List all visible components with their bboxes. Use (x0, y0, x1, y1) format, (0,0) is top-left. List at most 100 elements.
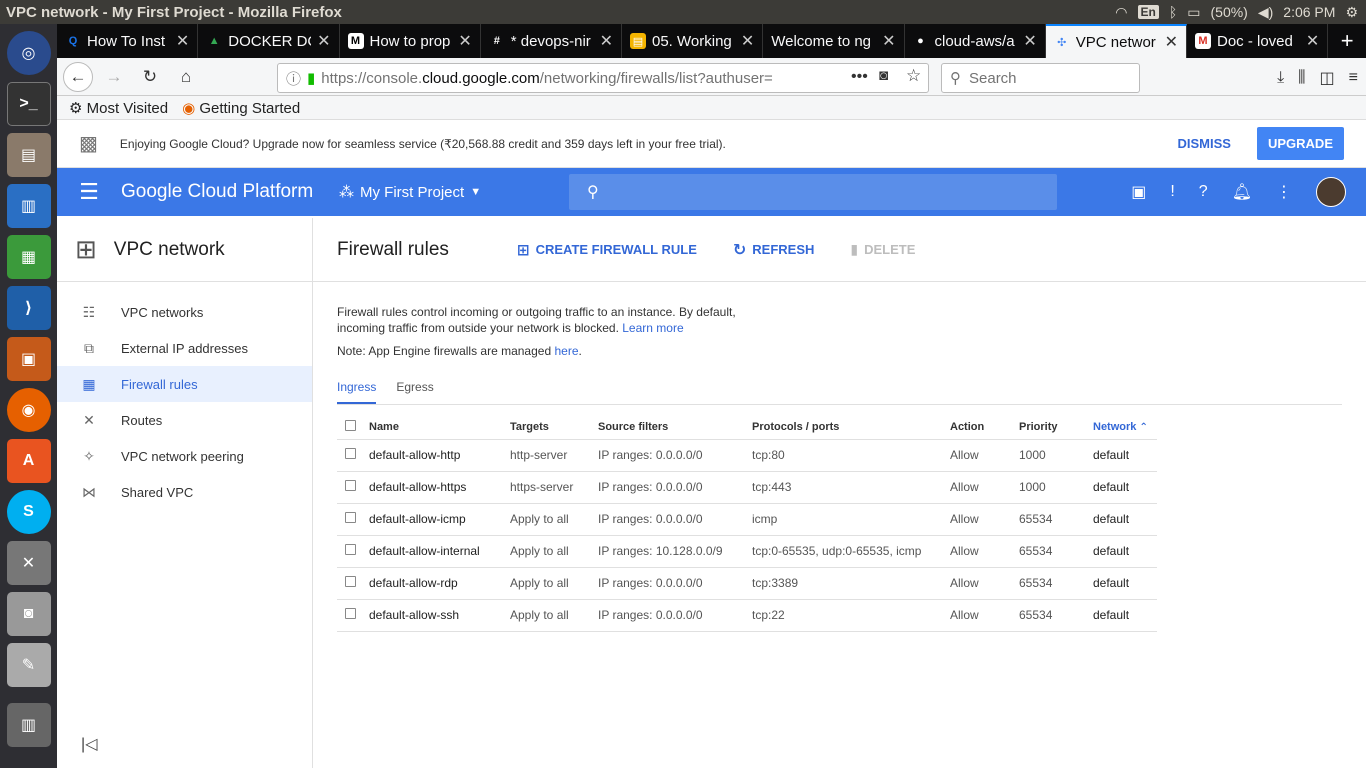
avatar[interactable] (1316, 177, 1346, 207)
col-protocols[interactable]: Protocols / ports (752, 411, 950, 440)
col-action[interactable]: Action (950, 411, 1019, 440)
notifications-icon[interactable]: 🔔︎ (1232, 182, 1252, 202)
forward-button[interactable]: → (99, 62, 129, 92)
sidebar-icon[interactable]: ◫ (1320, 68, 1335, 88)
back-button[interactable]: ← (63, 61, 93, 92)
rule-name-cell[interactable]: default-allow-ssh (369, 599, 510, 632)
terminal-icon[interactable]: >_ (6, 82, 51, 126)
calc-icon[interactable]: ▦ (6, 235, 51, 279)
cloud-shell-icon[interactable]: ▣ (1131, 182, 1146, 202)
tab[interactable]: ▲ DOCKER DC ✕ (198, 24, 340, 58)
battery-percent[interactable]: (50%) (1211, 4, 1248, 20)
tab[interactable]: Q How To Inst ✕ (57, 24, 199, 58)
table-row[interactable]: default-allow-ssh Apply to all IP ranges: … (337, 599, 1157, 632)
tab[interactable]: M Doc - loved ✕ (1187, 24, 1329, 58)
settings-icon[interactable]: ✕ (6, 541, 51, 585)
table-row[interactable]: default-allow-rdp Apply to all IP ranges: … (337, 567, 1157, 600)
collapse-sidebar-icon[interactable]: |◁ (81, 734, 97, 754)
close-icon[interactable]: ✕ (1306, 31, 1319, 51)
close-icon[interactable]: ✕ (458, 31, 471, 51)
tab-ingress[interactable]: Ingress (337, 374, 377, 404)
trash-icon[interactable]: ▥ (6, 703, 51, 747)
row-checkbox[interactable] (345, 544, 356, 555)
col-priority[interactable]: Priority (1019, 411, 1093, 440)
row-checkbox[interactable] (345, 576, 356, 587)
software-center-icon[interactable]: A (6, 439, 51, 483)
volume-icon[interactable]: ◀) (1258, 4, 1273, 21)
home-button[interactable]: ⌂ (171, 62, 201, 92)
page-actions-icon[interactable]: ••• (851, 68, 868, 86)
rule-name-cell[interactable]: default-allow-internal (369, 535, 510, 568)
table-row[interactable]: default-allow-http http-server IP ranges: … (337, 439, 1157, 472)
bookmark-star-icon[interactable]: ☆ (906, 66, 921, 86)
new-tab-button[interactable]: + (1328, 24, 1366, 58)
text-editor-icon[interactable]: ✎ (6, 643, 51, 687)
bluetooth-icon[interactable]: ᛒ (1169, 4, 1177, 20)
tab-active[interactable]: ✣ VPC networ ✕ (1045, 24, 1187, 58)
rule-name-cell[interactable]: default-allow-icmp (369, 503, 510, 536)
row-checkbox[interactable] (345, 480, 356, 491)
project-selector[interactable]: ⁂ My First Project ▼ (339, 183, 569, 202)
row-checkbox[interactable] (345, 608, 356, 619)
rule-name-cell[interactable]: default-allow-rdp (369, 567, 510, 600)
close-icon[interactable]: ✕ (1165, 32, 1178, 52)
sidebar-item-vpc-networks[interactable]: ☷ VPC networks (57, 294, 312, 330)
refresh-button[interactable]: ↻ REFRESH (733, 240, 815, 260)
upgrade-button[interactable]: UPGRADE (1256, 127, 1344, 160)
close-icon[interactable]: ✕ (600, 31, 613, 51)
ubuntu-icon[interactable]: ◎ (6, 31, 51, 75)
sidebar-item-shared-vpc[interactable]: ⋈ Shared VPC (57, 474, 312, 510)
row-checkbox[interactable] (345, 448, 356, 459)
url-bar[interactable]: ⓘ ▮ https://console. cloud.google.com/net… (277, 63, 929, 93)
table-row[interactable]: default-allow-internal Apply to all IP ran… (337, 535, 1157, 568)
power-gear-icon[interactable]: ⚙ (1345, 4, 1358, 21)
feedback-icon[interactable]: ! (1170, 183, 1174, 201)
console-search[interactable]: ⚲ (569, 174, 1057, 210)
sidebar-item-firewall-rules[interactable]: ▦ Firewall rules (57, 366, 312, 402)
battery-icon[interactable]: ▭ (1187, 4, 1200, 21)
library-icon[interactable]: ⫼ (1298, 69, 1305, 87)
close-icon[interactable]: ✕ (176, 31, 189, 51)
col-network[interactable]: Network ⌃ (1093, 411, 1157, 440)
tab[interactable]: M How to prop ✕ (340, 24, 481, 58)
download-icon[interactable]: ⤓ (1277, 69, 1284, 87)
clock[interactable]: 2:06 PM (1283, 4, 1335, 20)
vscode-icon[interactable]: ⟩ (6, 286, 51, 330)
pocket-icon[interactable]: ◙ (879, 67, 888, 84)
close-icon[interactable]: ✕ (882, 31, 895, 51)
select-all-checkbox[interactable] (345, 419, 356, 431)
info-icon[interactable]: ⓘ (286, 68, 301, 89)
rule-name-cell[interactable]: default-allow-http (369, 439, 510, 472)
sidebar-item-routes[interactable]: ✕ Routes (57, 402, 312, 438)
skype-icon[interactable]: S (6, 490, 51, 534)
tab[interactable]: ▤ 05. Working ✕ (622, 24, 764, 58)
bookmark-getting-started[interactable]: ◉ Getting Started (182, 99, 300, 117)
menu-icon[interactable]: ≡ (1349, 69, 1358, 87)
rule-name-cell[interactable]: default-allow-https (369, 471, 510, 504)
tab[interactable]: # * devops-nir ✕ (481, 24, 622, 58)
files-icon[interactable]: ▤ (6, 133, 51, 177)
tab[interactable]: Welcome to ng ✕ (763, 24, 905, 58)
delete-button[interactable]: ▮ DELETE (850, 241, 915, 258)
create-firewall-rule-button[interactable]: ⊞ CREATE FIREWALL RULE (517, 241, 697, 259)
impress-icon[interactable]: ▣ (6, 337, 51, 381)
firefox-icon[interactable]: ◉ (6, 388, 51, 432)
sidebar-item-peering[interactable]: ✧ VPC network peering (57, 438, 312, 474)
here-link[interactable]: here (554, 344, 578, 358)
learn-more-link[interactable]: Learn more (622, 321, 683, 335)
row-checkbox[interactable] (345, 512, 356, 523)
table-row[interactable]: default-allow-https https-server IP ranges… (337, 471, 1157, 504)
dismiss-button[interactable]: DISMISS (1178, 136, 1231, 151)
tab[interactable]: ● cloud-aws/a ✕ (905, 24, 1046, 58)
col-targets[interactable]: Targets (510, 411, 598, 440)
wifi-icon[interactable]: ◠ (1115, 4, 1127, 21)
reload-button[interactable]: ↻ (135, 62, 165, 92)
more-vert-icon[interactable]: ⋮ (1276, 182, 1292, 202)
close-icon[interactable]: ✕ (317, 31, 330, 51)
keyboard-layout[interactable]: En (1137, 5, 1159, 19)
gcp-brand[interactable]: Google Cloud Platform (121, 181, 339, 203)
camera-icon[interactable]: ◙ (6, 592, 51, 636)
table-row[interactable]: default-allow-icmp Apply to all IP ranges:… (337, 503, 1157, 536)
tab-egress[interactable]: Egress (396, 374, 433, 404)
sidebar-item-external-ip[interactable]: ⧉ External IP addresses (57, 330, 312, 366)
